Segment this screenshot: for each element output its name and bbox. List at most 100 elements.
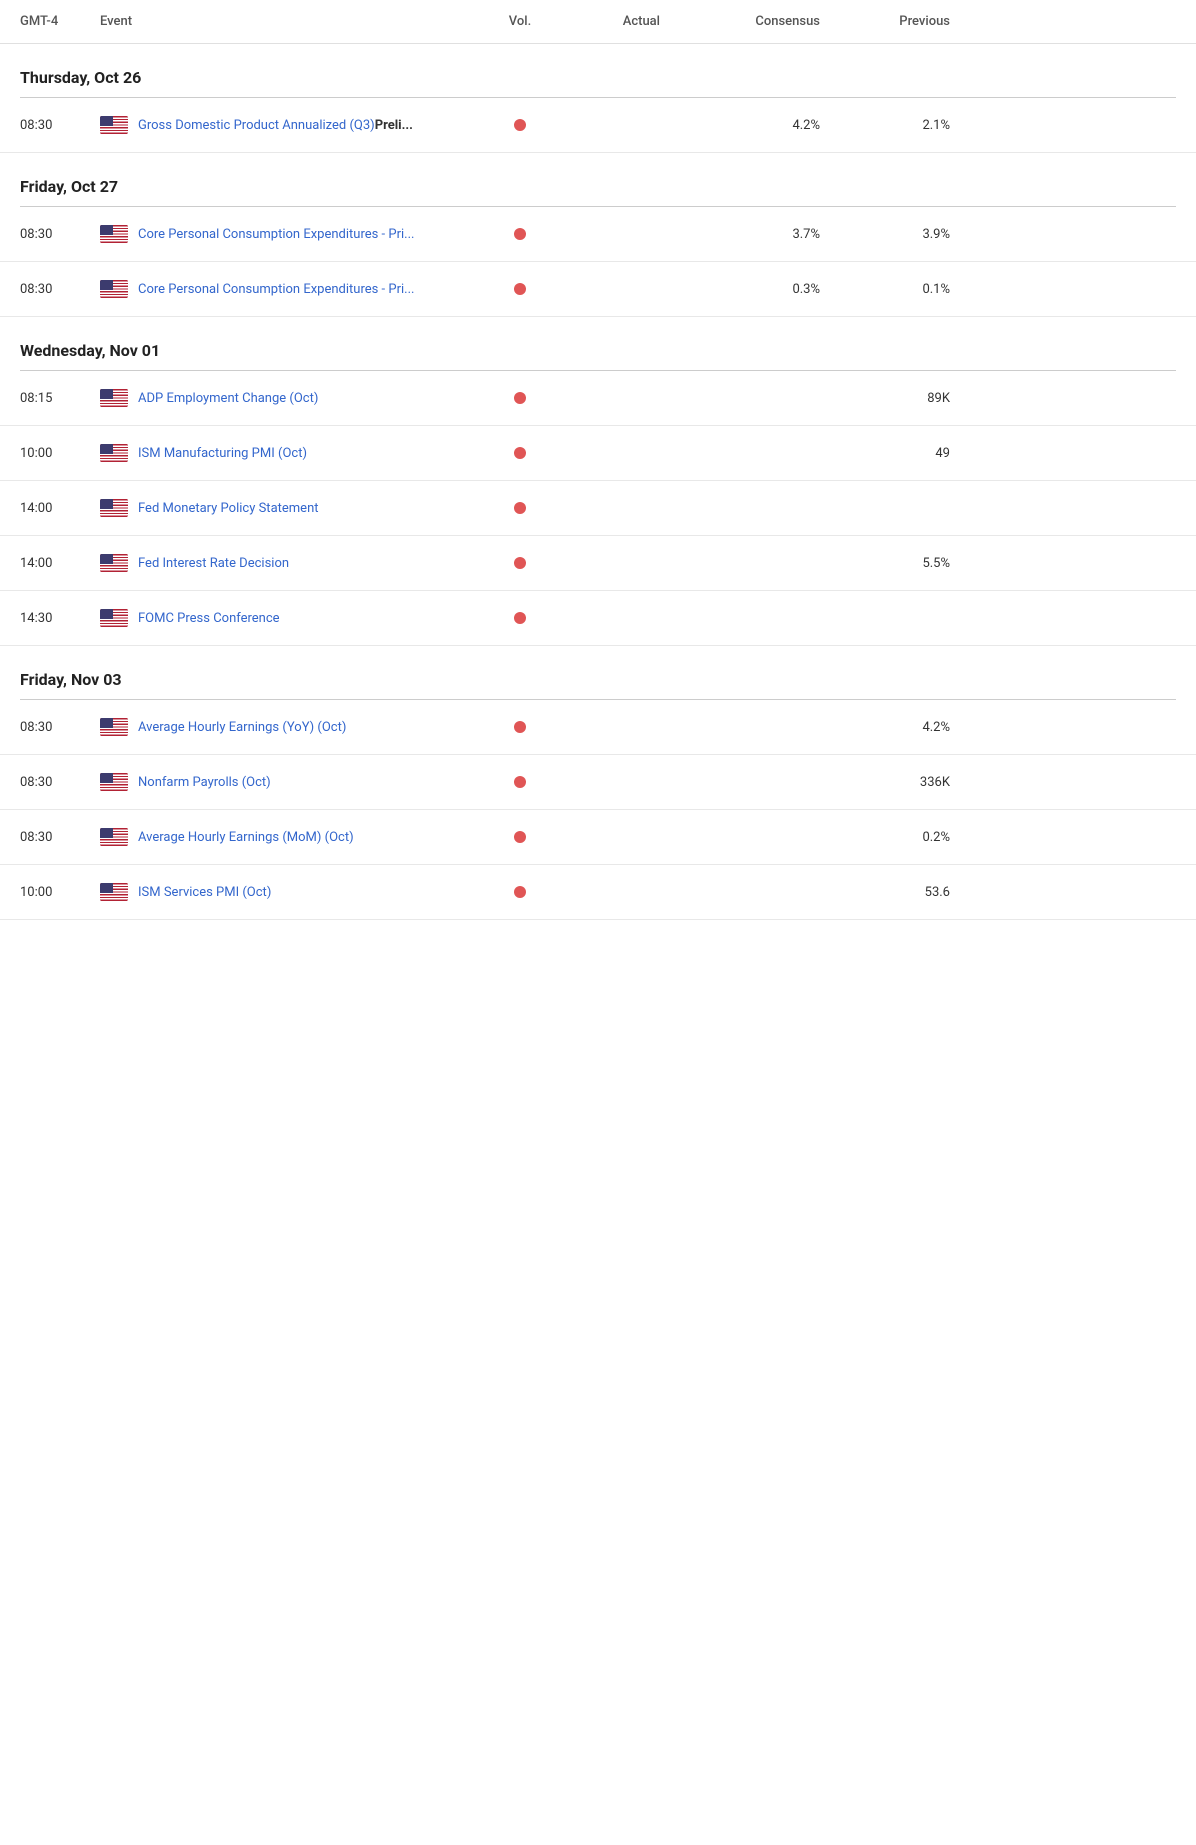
event-name-link[interactable]: Average Hourly Earnings (MoM) (Oct) bbox=[138, 830, 354, 845]
event-name-link[interactable]: Nonfarm Payrolls (Oct) bbox=[138, 775, 271, 790]
event-time: 08:30 bbox=[20, 720, 100, 735]
event-row: 08:30Nonfarm Payrolls (Oct)336K bbox=[0, 755, 1196, 810]
event-row: 10:00 ISM Services PMI (Oct) 53.6 bbox=[0, 865, 1196, 920]
timezone-label: GMT-4 bbox=[20, 14, 100, 29]
header-row: GMT-4 Event Vol. Actual Consensus Previo… bbox=[0, 0, 1196, 44]
event-flag-name: Core Personal Consumption Expenditures -… bbox=[100, 280, 480, 298]
us-flag-icon bbox=[100, 499, 128, 517]
vol-column-label: Vol. bbox=[480, 14, 560, 29]
section-date-2: Wednesday, Nov 01 bbox=[0, 317, 1196, 370]
event-time: 08:30 bbox=[20, 282, 100, 297]
event-name-link[interactable]: Gross Domestic Product Annualized (Q3)Pr… bbox=[138, 118, 413, 133]
event-vol bbox=[480, 283, 560, 295]
event-row: 14:30 FOMC Press Conference bbox=[0, 591, 1196, 646]
us-flag-icon bbox=[100, 609, 128, 627]
event-name-link[interactable]: Average Hourly Earnings (YoY) (Oct) bbox=[138, 720, 346, 735]
event-row: 14:00Fed Interest Rate Decision5.5% bbox=[0, 536, 1196, 591]
high-impact-dot bbox=[514, 776, 526, 788]
event-vol bbox=[480, 612, 560, 624]
event-previous: 0.1% bbox=[840, 282, 960, 297]
event-flag-name: ISM Services PMI (Oct) bbox=[100, 883, 480, 901]
event-vol bbox=[480, 119, 560, 131]
previous-column-label: Previous bbox=[840, 14, 960, 29]
event-previous: 0.2% bbox=[840, 830, 960, 845]
event-flag-name: Gross Domestic Product Annualized (Q3)Pr… bbox=[100, 116, 480, 134]
high-impact-dot bbox=[514, 886, 526, 898]
event-time: 14:30 bbox=[20, 611, 100, 626]
high-impact-dot bbox=[514, 228, 526, 240]
event-column-label: Event bbox=[100, 14, 480, 29]
high-impact-dot bbox=[514, 392, 526, 404]
event-name-link[interactable]: ISM Manufacturing PMI (Oct) bbox=[138, 446, 307, 461]
event-vol bbox=[480, 447, 560, 459]
event-consensus: 3.7% bbox=[680, 227, 840, 242]
event-vol bbox=[480, 557, 560, 569]
event-flag-name: ISM Manufacturing PMI (Oct) bbox=[100, 444, 480, 462]
event-time: 08:15 bbox=[20, 391, 100, 406]
high-impact-dot bbox=[514, 283, 526, 295]
high-impact-dot bbox=[514, 502, 526, 514]
high-impact-dot bbox=[514, 612, 526, 624]
event-flag-name: Average Hourly Earnings (MoM) (Oct) bbox=[100, 828, 480, 846]
event-row: 08:30 Core Personal Consumption Expenditu… bbox=[0, 207, 1196, 262]
event-vol bbox=[480, 392, 560, 404]
event-name-link[interactable]: ISM Services PMI (Oct) bbox=[138, 885, 271, 900]
event-consensus: 4.2% bbox=[680, 118, 840, 133]
event-time: 08:30 bbox=[20, 830, 100, 845]
us-flag-icon bbox=[100, 116, 128, 134]
event-time: 10:00 bbox=[20, 446, 100, 461]
us-flag-icon bbox=[100, 280, 128, 298]
event-name-link[interactable]: ADP Employment Change (Oct) bbox=[138, 391, 318, 406]
event-time: 10:00 bbox=[20, 885, 100, 900]
section-date-3: Friday, Nov 03 bbox=[0, 646, 1196, 699]
event-name-link[interactable]: FOMC Press Conference bbox=[138, 611, 280, 626]
section-date-1: Friday, Oct 27 bbox=[0, 153, 1196, 206]
us-flag-icon bbox=[100, 444, 128, 462]
event-flag-name: Core Personal Consumption Expenditures -… bbox=[100, 225, 480, 243]
event-time: 08:30 bbox=[20, 118, 100, 133]
event-name-link[interactable]: Fed Monetary Policy Statement bbox=[138, 501, 319, 516]
event-row: 08:30 Core Personal Consumption Expenditu… bbox=[0, 262, 1196, 317]
us-flag-icon bbox=[100, 225, 128, 243]
event-row: 08:30 Average Hourly Earnings (YoY) (Oct)… bbox=[0, 700, 1196, 755]
us-flag-icon bbox=[100, 883, 128, 901]
high-impact-dot bbox=[514, 831, 526, 843]
section-date-0: Thursday, Oct 26 bbox=[0, 44, 1196, 97]
event-previous: 49 bbox=[840, 446, 960, 461]
event-vol bbox=[480, 886, 560, 898]
high-impact-dot bbox=[514, 447, 526, 459]
event-row: 08:15 ADP Employment Change (Oct) 89K bbox=[0, 371, 1196, 426]
event-row: 08:30 Average Hourly Earnings (MoM) (Oct)… bbox=[0, 810, 1196, 865]
event-previous: 53.6 bbox=[840, 885, 960, 900]
event-previous: 89K bbox=[840, 391, 960, 406]
event-vol bbox=[480, 776, 560, 788]
event-previous: 4.2% bbox=[840, 720, 960, 735]
us-flag-icon bbox=[100, 718, 128, 736]
event-flag-name: Average Hourly Earnings (YoY) (Oct) bbox=[100, 718, 480, 736]
high-impact-dot bbox=[514, 119, 526, 131]
event-vol bbox=[480, 228, 560, 240]
event-consensus: 0.3% bbox=[680, 282, 840, 297]
event-vol bbox=[480, 502, 560, 514]
high-impact-dot bbox=[514, 557, 526, 569]
event-time: 08:30 bbox=[20, 227, 100, 242]
us-flag-icon bbox=[100, 828, 128, 846]
event-flag-name: Fed Monetary Policy Statement bbox=[100, 499, 480, 517]
us-flag-icon bbox=[100, 773, 128, 791]
event-row: 08:30 Gross Domestic Product Annualized (… bbox=[0, 98, 1196, 153]
event-time: 14:00 bbox=[20, 556, 100, 571]
event-vol bbox=[480, 721, 560, 733]
event-flag-name: Fed Interest Rate Decision bbox=[100, 554, 480, 572]
event-time: 08:30 bbox=[20, 775, 100, 790]
us-flag-icon bbox=[100, 389, 128, 407]
event-time: 14:00 bbox=[20, 501, 100, 516]
event-name-link[interactable]: Core Personal Consumption Expenditures -… bbox=[138, 282, 414, 297]
calendar-content: Thursday, Oct 26 08:30 Gross Domestic Prod… bbox=[0, 44, 1196, 920]
event-name-link[interactable]: Core Personal Consumption Expenditures -… bbox=[138, 227, 414, 242]
event-flag-name: ADP Employment Change (Oct) bbox=[100, 389, 480, 407]
actual-column-label: Actual bbox=[560, 14, 680, 29]
consensus-column-label: Consensus bbox=[680, 14, 840, 29]
event-row: 10:00 ISM Manufacturing PMI (Oct) 49 bbox=[0, 426, 1196, 481]
us-flag-icon bbox=[100, 554, 128, 572]
event-name-link[interactable]: Fed Interest Rate Decision bbox=[138, 556, 289, 571]
